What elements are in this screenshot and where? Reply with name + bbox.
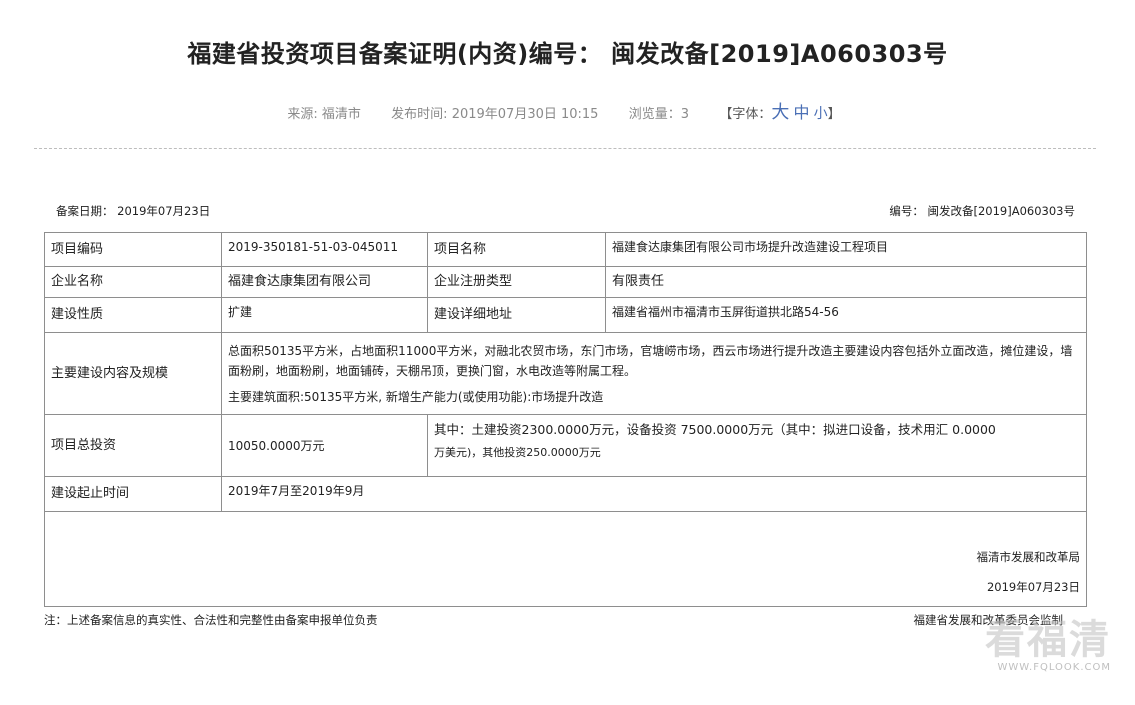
scope-value: 总面积50135平方米，占地面积11000平方米，对融北农贸市场，东门市场，官塘… [221,332,1087,415]
scope-text: 总面积50135平方米，占地面积11000平方米，对融北农贸市场，东门市场，官塘… [228,343,1073,378]
period-label: 建设起止时间 [44,476,222,512]
record-table: 项目编码 2019-350181-51-03-045011 项目名称 福建食达康… [44,232,1087,607]
nature-value: 扩建 [221,297,428,333]
address-label: 建设详细地址 [427,297,606,333]
table-row: 建设性质 扩建 建设详细地址 福建省福州市福清市玉屏街道拱北路54-56 [44,297,1087,333]
record-date: 备案日期： 2019年07月23日 [56,203,210,219]
table-row: 项目总投资 10050.0000万元 其中：土建投资2300.0000万元，设备… [44,414,1087,477]
project-code-value: 2019-350181-51-03-045011 [221,232,428,267]
publish-label: 发布时间: [391,107,452,122]
record-number: 编号： 闽发改备[2019]A060303号 [889,203,1075,219]
table-row: 建设起止时间 2019年7月至2019年9月 [44,476,1087,512]
address-value: 福建省福州市福清市玉屏街道拱北路54-56 [605,297,1087,333]
company-value: 福建食达康集团有限公司 [221,266,428,298]
table-row: 项目编码 2019-350181-51-03-045011 项目名称 福建食达康… [44,232,1087,267]
signature-cell: 福清市发展和改革局 2019年07月23日 [44,511,1087,607]
project-name-value: 福建食达康集团有限公司市场提升改造建设工程项目 [605,232,1087,267]
issuing-authority: 福清市发展和改革局 [976,550,1081,564]
investment-detail-line-1: 其中：土建投资2300.0000万元，设备投资 7500.0000万元（其中：拟… [434,422,996,437]
font-size-close: 】 [827,107,841,122]
investment-detail-line-2: 万美元)，其他投资250.0000万元 [434,446,601,459]
investment-value: 10050.0000万元 [221,414,428,477]
company-label: 企业名称 [44,266,222,298]
record-number-label: 编号： [889,204,924,218]
reg-type-value: 有限责任 [605,266,1087,298]
font-size-label: 【字体： [719,107,772,122]
views-label: 浏览量： [628,107,681,122]
font-large-button[interactable]: 大 [771,102,789,123]
watermark-text: 看福清 [985,617,1111,663]
site-watermark: 看福清 WWW.FQLOOK.COM [985,618,1111,673]
page-title: 福建省投资项目备案证明(内资)编号： 闽发改备[2019]A060303号 [187,40,948,68]
font-medium-button[interactable]: 中 [793,103,809,122]
disclaimer-note: 注：上述备案信息的真实性、合法性和完整性由备案申报单位负责 [44,613,378,627]
table-row: 企业名称 福建食达康集团有限公司 企业注册类型 有限责任 [44,266,1087,298]
table-row: 主要建设内容及规模 总面积50135平方米，占地面积11000平方米，对融北农贸… [44,332,1087,415]
views-count: 3 [680,107,690,122]
table-row: 福清市发展和改革局 2019年07月23日 [44,511,1087,607]
watermark-url: WWW.FQLOOK.COM [997,662,1111,673]
investment-detail: 其中：土建投资2300.0000万元，设备投资 7500.0000万元（其中：拟… [427,414,1087,477]
article-meta: 来源: 福清市 发布时间: 2019年07月30日 10:15 浏览量：3 【字… [0,98,1128,124]
sign-date: 2019年07月23日 [986,580,1080,594]
source-label: 来源: [287,107,322,122]
dashed-divider [34,148,1096,149]
project-code-label: 项目编码 [44,232,222,267]
project-name-label: 项目名称 [427,232,606,267]
font-small-button[interactable]: 小 [814,106,828,122]
investment-label: 项目总投资 [44,414,222,477]
scope-label: 主要建设内容及规模 [44,332,222,415]
period-value: 2019年7月至2019年9月 [221,476,1087,512]
record-number-value: 闽发改备[2019]A060303号 [927,204,1075,218]
scope-area: 主要建筑面积:50135平方米, 新增生产能力(或使用功能):市场提升改造 [228,389,604,404]
record-date-value: 2019年07月23日 [117,204,211,218]
publish-time: 2019年07月30日 10:15 [451,107,599,122]
record-date-label: 备案日期： [56,204,114,218]
reg-type-label: 企业注册类型 [427,266,606,298]
source-value: 福清市 [321,107,361,122]
nature-label: 建设性质 [44,297,222,333]
